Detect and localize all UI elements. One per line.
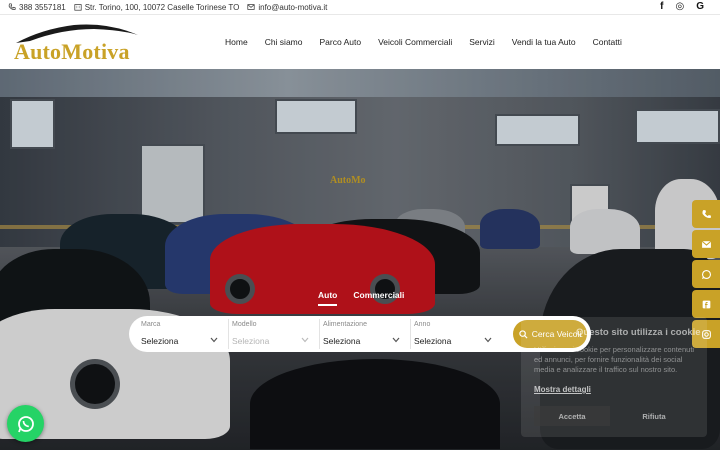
email-address[interactable]: info@auto-motiva.it bbox=[258, 3, 327, 12]
nav-veicoli-commerciali[interactable]: Veicoli Commerciali bbox=[378, 37, 452, 47]
facebook-icon bbox=[702, 300, 710, 308]
nav-chi-siamo[interactable]: Chi siamo bbox=[265, 37, 303, 47]
site-logo[interactable]: AutoMotiva bbox=[12, 21, 147, 65]
email-contact[interactable]: info@auto-motiva.it bbox=[247, 3, 327, 12]
whatsapp-icon bbox=[17, 415, 34, 432]
nav-vendi-auto[interactable]: Vendi la tua Auto bbox=[512, 37, 576, 47]
marca-label: Marca bbox=[141, 321, 161, 328]
chevron-down-icon bbox=[301, 337, 309, 343]
main-nav: Home Chi siamo Parco Auto Veicoli Commer… bbox=[225, 15, 622, 69]
address-text: Str. Torino, 100, 10072 Caselle Torinese… bbox=[84, 2, 240, 12]
nav-servizi[interactable]: Servizi bbox=[469, 37, 495, 47]
nav-home[interactable]: Home bbox=[225, 37, 248, 47]
google-icon[interactable]: G bbox=[696, 2, 704, 12]
side-mail-button[interactable] bbox=[692, 230, 720, 258]
social-links: f ◎ G bbox=[660, 2, 712, 12]
marca-value[interactable]: Seleziona bbox=[141, 336, 178, 346]
tab-commerciali[interactable]: Commerciali bbox=[353, 290, 404, 306]
top-contact-bar: 388 3557181 Str. Torino, 100, 10072 Case… bbox=[0, 0, 720, 15]
chevron-down-icon bbox=[484, 337, 492, 343]
alimentazione-value[interactable]: Seleziona bbox=[323, 336, 360, 346]
cookie-consent-panel: Questo sito utilizza i cookie Utilizziam… bbox=[521, 317, 707, 437]
anno-value[interactable]: Seleziona bbox=[414, 336, 451, 346]
phone-icon bbox=[8, 3, 16, 10]
logo-text: AutoMotiva bbox=[14, 39, 130, 64]
alimentazione-label: Alimentazione bbox=[323, 321, 367, 328]
mail-icon bbox=[247, 4, 255, 10]
cookie-accept-button[interactable]: Accetta bbox=[534, 406, 610, 426]
site-header: AutoMotiva Home Chi siamo Parco Auto Vei… bbox=[0, 15, 720, 69]
anno-label: Anno bbox=[414, 321, 431, 328]
whatsapp-icon bbox=[701, 269, 711, 279]
vehicle-type-tabs: Auto Commerciali bbox=[318, 290, 404, 306]
facebook-icon[interactable]: f bbox=[660, 2, 663, 12]
nav-contatti[interactable]: Contatti bbox=[593, 37, 622, 47]
address-contact: Str. Torino, 100, 10072 Caselle Torinese… bbox=[74, 2, 240, 12]
cookie-reject-button[interactable]: Rifiuta bbox=[616, 406, 692, 426]
alimentazione-select[interactable]: Alimentazione Seleziona bbox=[321, 319, 411, 349]
phone-number[interactable]: 388 3557181 bbox=[19, 3, 66, 12]
instagram-icon[interactable]: ◎ bbox=[675, 2, 684, 12]
chevron-down-icon bbox=[392, 337, 400, 343]
side-phone-button[interactable] bbox=[692, 200, 720, 228]
mail-icon bbox=[701, 240, 711, 248]
nav-parco-auto[interactable]: Parco Auto bbox=[319, 37, 361, 47]
marca-select[interactable]: Marca Seleziona bbox=[139, 319, 229, 349]
cookie-text: Utilizziamo i cookie per personalizzare … bbox=[534, 345, 695, 374]
cookie-title: Questo sito utilizza i cookie bbox=[576, 327, 701, 338]
building-icon bbox=[74, 4, 82, 11]
whatsapp-float-button[interactable] bbox=[7, 405, 44, 442]
tab-auto[interactable]: Auto bbox=[318, 290, 338, 306]
modello-label: Modello bbox=[232, 321, 257, 328]
modello-value[interactable]: Seleziona bbox=[232, 336, 269, 346]
anno-select[interactable]: Anno Seleziona bbox=[412, 319, 502, 349]
side-facebook-button[interactable] bbox=[692, 290, 720, 318]
chevron-down-icon bbox=[210, 337, 218, 343]
side-whatsapp-button[interactable] bbox=[692, 260, 720, 288]
phone-contact[interactable]: 388 3557181 bbox=[8, 3, 66, 12]
cookie-details-link[interactable]: Mostra dettagli bbox=[534, 385, 591, 394]
modello-select[interactable]: Modello Seleziona bbox=[230, 319, 320, 349]
phone-icon bbox=[701, 209, 711, 218]
